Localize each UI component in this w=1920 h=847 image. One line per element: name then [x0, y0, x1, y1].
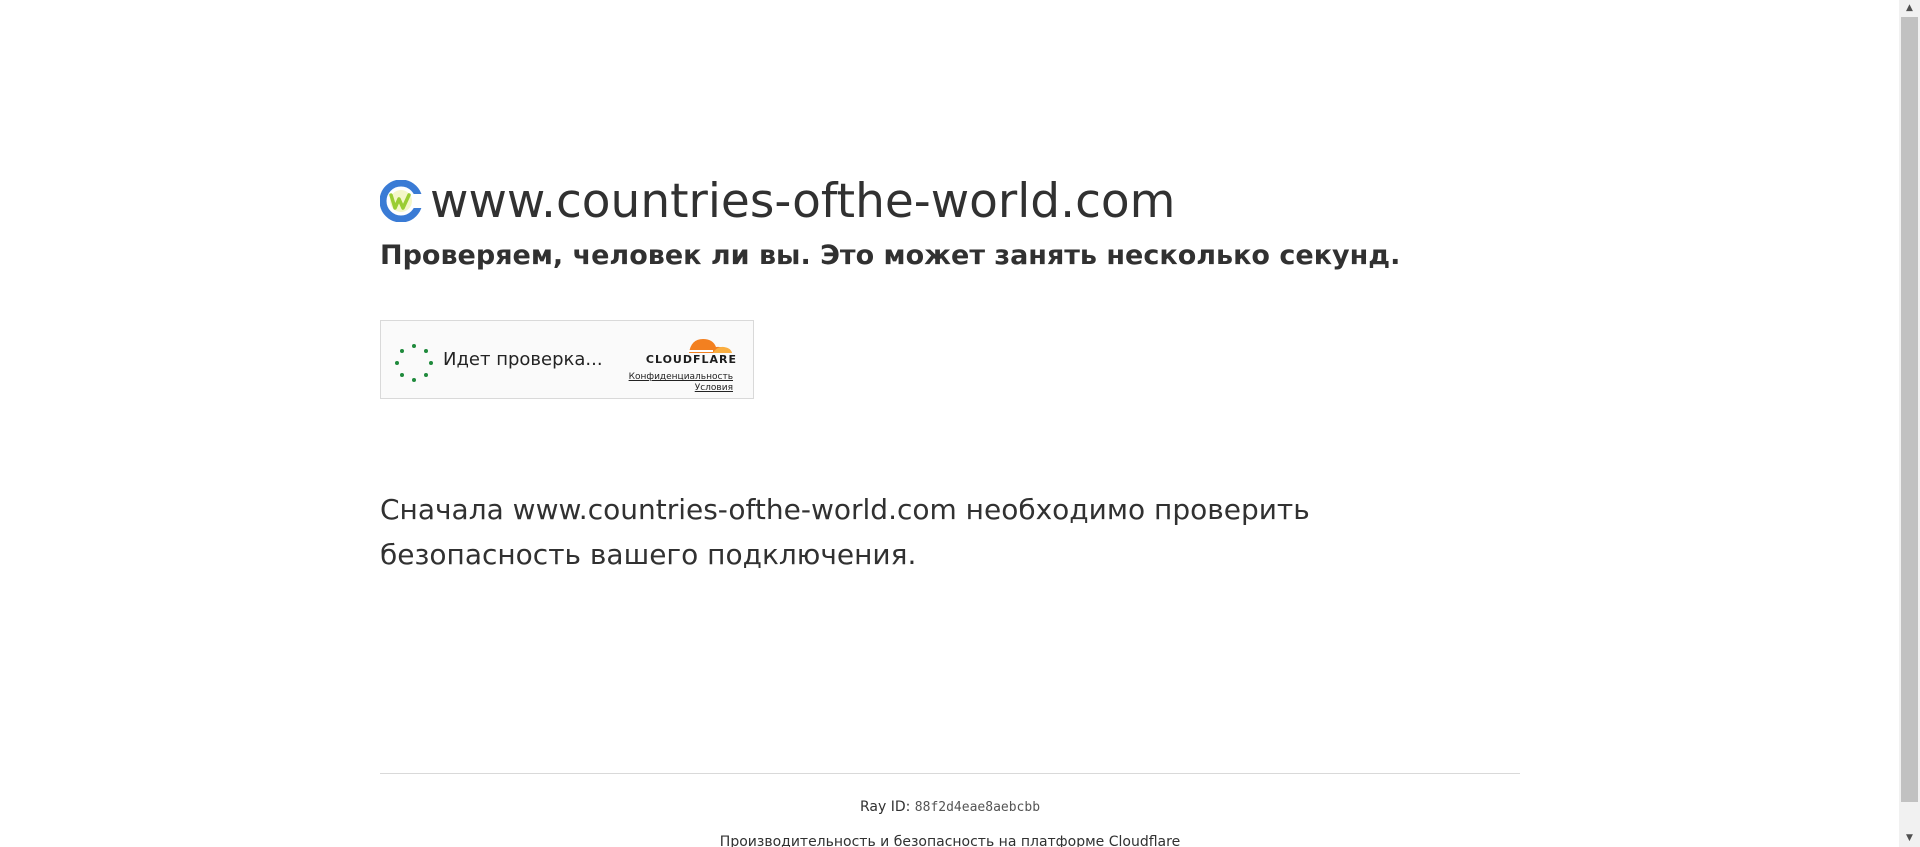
page-subtitle: Проверяем, человек ли вы. Это может заня… — [380, 240, 1401, 271]
cloudflare-wordmark: CLOUDFLARE — [645, 353, 737, 366]
performance-link[interactable]: Производительность и безопасность на пла… — [720, 834, 1180, 847]
main-content: www.countries-ofthe-world.com Проверяем,… — [380, 172, 1520, 571]
security-description: Сначала www.countries-ofthe-world.com не… — [380, 493, 1310, 571]
scrollbar-thumb[interactable] — [1901, 17, 1918, 802]
scroll-up-arrow-icon[interactable]: ▲ — [1899, 0, 1920, 17]
vertical-scrollbar[interactable]: ▲ ▼ — [1899, 0, 1920, 847]
ray-id-value: 88f2d4eae8aebcbb — [914, 800, 1041, 815]
ray-id-label: Ray ID: — [859, 799, 911, 815]
terms-link[interactable]: Условия — [695, 383, 733, 393]
footer-divider — [380, 773, 1520, 774]
verification-status-label: Идет проверка... — [443, 349, 603, 370]
performance-line: Производительность и безопасность на пла… — [380, 834, 1520, 847]
site-header: www.countries-ofthe-world.com — [380, 172, 1520, 230]
site-logo-icon — [380, 180, 422, 222]
loading-spinner-icon — [395, 344, 433, 382]
privacy-link[interactable]: Конфиденциальность — [629, 372, 733, 382]
site-name: www.countries-ofthe-world.com — [430, 173, 1176, 229]
challenge-page: www.countries-ofthe-world.com Проверяем,… — [0, 0, 1899, 847]
ray-id-line: Ray ID: 88f2d4eae8aebcbb — [380, 799, 1520, 815]
turnstile-widget[interactable]: Идет проверка... CLOUDFLARE Конфиденциал… — [380, 320, 754, 399]
scroll-down-arrow-icon[interactable]: ▼ — [1899, 830, 1920, 847]
